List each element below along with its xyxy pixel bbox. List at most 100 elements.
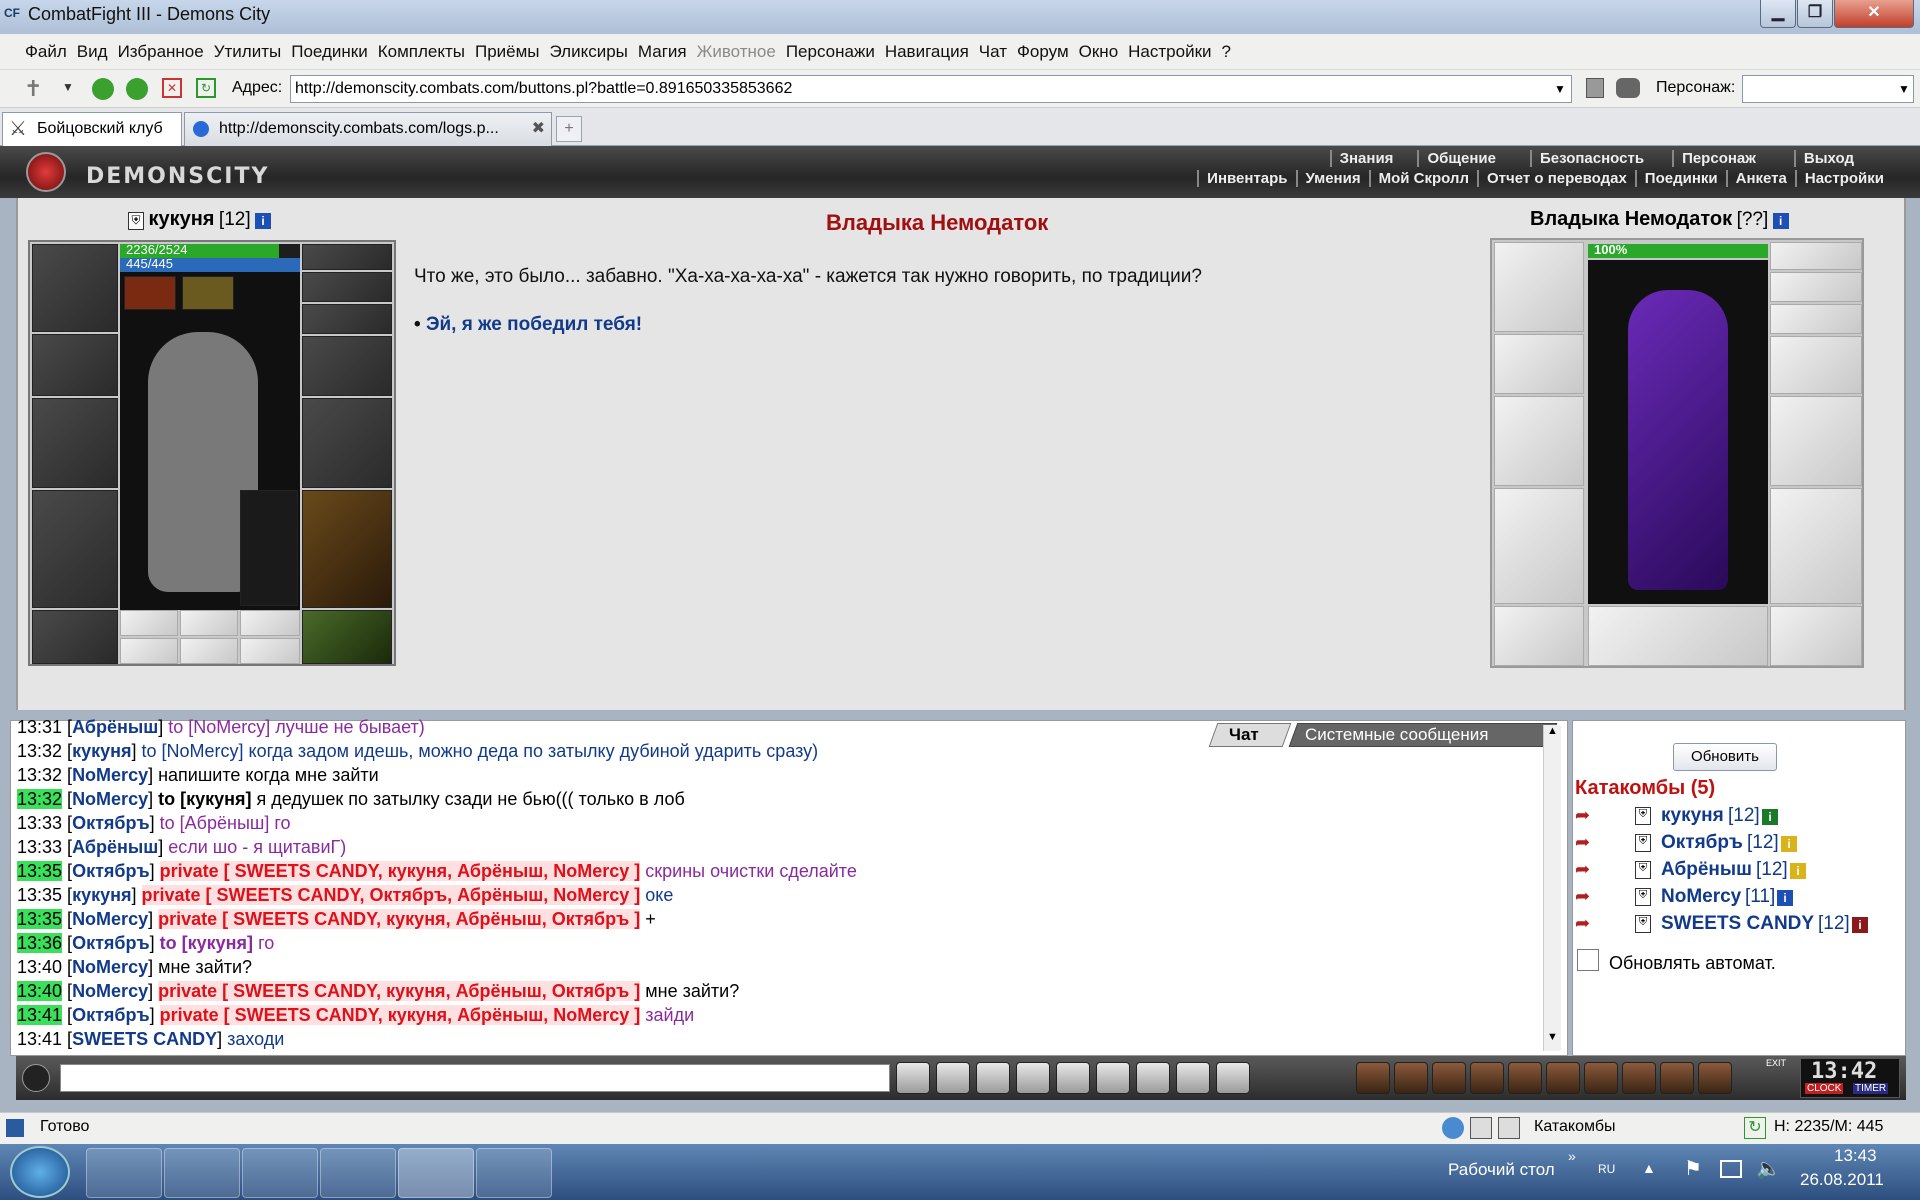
menu-view[interactable]: Вид: [72, 34, 113, 70]
effect-icon[interactable]: [182, 276, 234, 310]
chat-nick[interactable]: NoMercy: [72, 789, 148, 809]
menu-settings[interactable]: Настройки: [1123, 34, 1216, 70]
player-name[interactable]: кукуня: [148, 208, 214, 230]
menu-utilities[interactable]: Утилиты: [209, 34, 287, 70]
scroll-up-icon[interactable]: ▲: [1547, 725, 1558, 737]
menu-favorites[interactable]: Избранное: [113, 34, 209, 70]
chat-nick[interactable]: Октябръ: [72, 933, 150, 953]
maximize-button[interactable]: ❐: [1797, 0, 1833, 28]
refresh-button[interactable]: Обновить: [1673, 743, 1777, 771]
menu-chat[interactable]: Чат: [974, 34, 1012, 70]
firefox-app-icon[interactable]: [320, 1148, 396, 1198]
status-icon[interactable]: [1442, 1117, 1464, 1139]
menu-elixirs[interactable]: Эликсиры: [545, 34, 633, 70]
flag-icon[interactable]: ⚑: [1684, 1156, 1702, 1181]
rings-slot[interactable]: [302, 304, 392, 334]
attack-icon[interactable]: ➦: [1575, 859, 1590, 880]
timer-label[interactable]: TIMER: [1853, 1083, 1889, 1094]
double-chevron-icon[interactable]: »: [1568, 1148, 1576, 1164]
menu-magic[interactable]: Магия: [633, 34, 692, 70]
chat-scrollbar[interactable]: ▲ ▼: [1543, 725, 1561, 1051]
chat-nick[interactable]: Абрёныш: [72, 837, 158, 857]
chat-nick[interactable]: NoMercy: [72, 981, 148, 1001]
belt-slot[interactable]: [32, 610, 118, 664]
shield-slot[interactable]: [302, 398, 392, 488]
auto-refresh-checkbox[interactable]: [1577, 949, 1599, 971]
nav-inventory[interactable]: Инвентарь: [1197, 170, 1295, 187]
menu-file[interactable]: Файл: [20, 34, 72, 70]
close-tab-icon[interactable]: ✖: [532, 113, 545, 145]
npc-name[interactable]: Владыка Немодаток: [1530, 208, 1732, 230]
dialog-option[interactable]: • Эй, я же победил тебя!: [414, 314, 642, 336]
refresh-icon[interactable]: ↻: [196, 78, 216, 98]
exit-label[interactable]: EXIT: [1766, 1058, 1786, 1068]
menu-sets[interactable]: Комплекты: [373, 34, 470, 70]
chat-nick[interactable]: NoMercy: [72, 765, 148, 785]
nav-skills[interactable]: Умения: [1295, 170, 1369, 187]
person-select[interactable]: [1742, 75, 1914, 103]
back-icon[interactable]: [92, 78, 114, 100]
network-icon[interactable]: [1720, 1160, 1742, 1178]
pin-icon[interactable]: ✝: [24, 76, 42, 102]
chat-nick[interactable]: кукуня: [72, 741, 131, 761]
npc-info-icon[interactable]: i: [1772, 212, 1789, 229]
room-player-info-icon[interactable]: i: [1852, 917, 1868, 933]
fighter-icon[interactable]: [1056, 1062, 1090, 1094]
rune-slot[interactable]: [180, 638, 238, 664]
room-player-name[interactable]: кукуня: [1661, 805, 1724, 827]
speaker-icon[interactable]: [22, 1064, 50, 1092]
chat-input[interactable]: [60, 1064, 890, 1092]
menu-characters[interactable]: Персонажи: [781, 34, 880, 70]
menu-battles[interactable]: Поединки: [286, 34, 373, 70]
smiley-icon[interactable]: [1176, 1062, 1210, 1094]
chat-private-recipients[interactable]: private [ SWEETS CANDY, Октябръ, Абрёныш…: [141, 885, 641, 905]
chat-private-recipients[interactable]: private [ SWEETS CANDY, кукуня, Абрёныш,…: [159, 1005, 641, 1025]
scroll-icon[interactable]: [1470, 1062, 1504, 1094]
scroll-down-icon[interactable]: ▼: [1547, 1031, 1558, 1043]
paint-app-icon[interactable]: [476, 1148, 552, 1198]
potion-icon[interactable]: [1356, 1062, 1390, 1094]
rune-slot[interactable]: [120, 638, 178, 664]
skull-icon[interactable]: [1546, 1062, 1580, 1094]
gloves-slot[interactable]: [302, 336, 392, 396]
explorer-app-icon[interactable]: [86, 1148, 162, 1198]
chat-nick[interactable]: SWEETS CANDY: [72, 1029, 217, 1049]
address-dropdown-icon[interactable]: ▼: [1554, 82, 1566, 96]
nav-settings[interactable]: Настройки: [1794, 170, 1892, 187]
menu-techniques[interactable]: Приёмы: [470, 34, 545, 70]
chat-private-recipients[interactable]: private [ SWEETS CANDY, кукуня, Абрёныш,…: [158, 981, 641, 1001]
effect-icon[interactable]: [124, 276, 176, 310]
room-player-name[interactable]: Октябръ: [1661, 832, 1743, 854]
nav-exit[interactable]: Выход: [1793, 150, 1862, 167]
chat-private-recipients[interactable]: private [ SWEETS CANDY, кукуня, Абрёныш,…: [158, 909, 641, 929]
sound-icon[interactable]: [1136, 1062, 1170, 1094]
chat-nick[interactable]: Октябръ: [72, 813, 150, 833]
volume-icon[interactable]: 🔈: [1756, 1156, 1781, 1181]
users-icon[interactable]: [1616, 78, 1640, 98]
eraser-icon[interactable]: [936, 1062, 970, 1094]
dropdown-icon[interactable]: ▼: [62, 80, 74, 94]
helmet-icon[interactable]: [1216, 1062, 1250, 1094]
menu-window[interactable]: Окно: [1074, 34, 1124, 70]
address-input[interactable]: http://demonscity.combats.com/buttons.pl…: [290, 75, 1572, 103]
start-button[interactable]: [10, 1146, 70, 1198]
status-icon[interactable]: [1498, 1117, 1520, 1139]
desktop-label[interactable]: Рабочий стол: [1448, 1160, 1555, 1180]
stop-icon[interactable]: ✕: [162, 78, 182, 98]
forward-icon[interactable]: [126, 78, 148, 100]
flag-icon[interactable]: [1660, 1062, 1694, 1094]
chat-nick[interactable]: NoMercy: [72, 909, 148, 929]
room-player-info-icon[interactable]: i: [1790, 863, 1806, 879]
chat-nick[interactable]: Октябръ: [72, 1005, 150, 1025]
attack-icon[interactable]: ➦: [1575, 886, 1590, 907]
room-player-name[interactable]: SWEETS CANDY: [1661, 913, 1814, 935]
tray-up-icon[interactable]: ▲: [1642, 1160, 1656, 1176]
media-player-app-icon[interactable]: [242, 1148, 318, 1198]
minimize-button[interactable]: ▁: [1760, 0, 1796, 28]
room-player-name[interactable]: NoMercy: [1661, 886, 1741, 908]
bracer-slot[interactable]: [32, 334, 118, 396]
rune-slot[interactable]: [240, 638, 300, 664]
attack-icon[interactable]: ➦: [1575, 913, 1590, 934]
tab-fight-club[interactable]: ⚔ Бойцовский клуб: [2, 112, 182, 147]
nav-character[interactable]: Персонаж: [1672, 150, 1764, 167]
